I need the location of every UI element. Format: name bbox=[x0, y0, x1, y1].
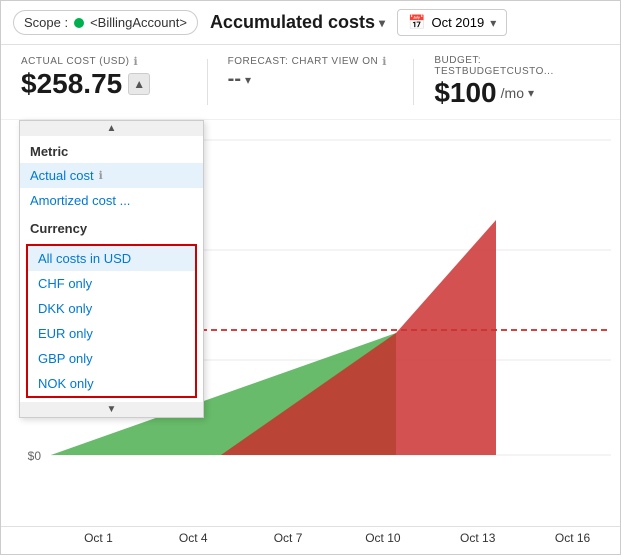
currency-chf-item[interactable]: CHF only bbox=[28, 271, 195, 296]
actual-cost-label: ACTUAL COST (USD) ℹ bbox=[21, 55, 187, 68]
x-label-oct10: Oct 10 bbox=[335, 531, 430, 545]
date-chevron-icon: ▾ bbox=[490, 16, 496, 30]
currency-dkk-item[interactable]: DKK only bbox=[28, 296, 195, 321]
metric-dropdown: ▲ Metric Actual cost ℹ Amortized cost ..… bbox=[19, 120, 204, 418]
budget-block: BUDGET: TESTBUDGETCUSTO... $100 /mo ▾ bbox=[434, 55, 600, 109]
budget-chevron-icon: ▾ bbox=[528, 86, 534, 100]
x-label-oct4: Oct 4 bbox=[146, 531, 241, 545]
currency-section-label: Currency bbox=[20, 213, 203, 240]
metric-actual-cost-item[interactable]: Actual cost ℹ bbox=[20, 163, 203, 188]
stats-row: ACTUAL COST (USD) ℹ $258.75 ▲ FORECAST: … bbox=[1, 45, 620, 120]
actual-cost-dropdown-info-icon[interactable]: ℹ bbox=[99, 169, 103, 182]
x-label-oct1: Oct 1 bbox=[51, 531, 146, 545]
forecast-value: -- ▾ bbox=[228, 68, 394, 91]
budget-value: $100 /mo ▾ bbox=[434, 77, 600, 109]
currency-gbp-item[interactable]: GBP only bbox=[28, 346, 195, 371]
actual-cost-value: $258.75 ▲ bbox=[21, 68, 187, 100]
currency-usd-item[interactable]: All costs in USD bbox=[28, 246, 195, 271]
calendar-icon: 📅 bbox=[408, 14, 425, 31]
main-area: $50 $0 Oct 1 Oct 4 Oct 7 Oct 10 Oct 13 O… bbox=[1, 120, 620, 549]
view-chevron-icon: ▾ bbox=[379, 16, 385, 30]
metric-amortized-cost-item[interactable]: Amortized cost ... bbox=[20, 188, 203, 213]
date-label: Oct 2019 bbox=[431, 15, 484, 30]
forecast-label: FORECAST: CHART VIEW ON ℹ bbox=[228, 55, 394, 68]
currency-nok-item[interactable]: NOK only bbox=[28, 371, 195, 396]
actual-cost-block: ACTUAL COST (USD) ℹ $258.75 ▲ bbox=[21, 55, 187, 100]
scroll-up-button[interactable]: ▲ bbox=[20, 121, 203, 136]
header: Scope : <BillingAccount> Accumulated cos… bbox=[1, 1, 620, 45]
stat-divider-2 bbox=[413, 59, 414, 105]
currency-eur-item[interactable]: EUR only bbox=[28, 321, 195, 346]
scroll-down-button[interactable]: ▼ bbox=[20, 402, 203, 417]
scope-label: Scope : bbox=[24, 15, 68, 30]
x-label-oct13: Oct 13 bbox=[430, 531, 525, 545]
actual-cost-info-icon[interactable]: ℹ bbox=[134, 55, 139, 68]
metric-section-label: Metric bbox=[20, 136, 203, 163]
x-label-oct7: Oct 7 bbox=[241, 531, 336, 545]
x-label-oct16: Oct 16 bbox=[525, 531, 620, 545]
stat-divider-1 bbox=[207, 59, 208, 105]
forecast-info-icon[interactable]: ℹ bbox=[382, 55, 387, 68]
currency-section: All costs in USD CHF only DKK only EUR o… bbox=[26, 244, 197, 398]
scope-selector[interactable]: Scope : <BillingAccount> bbox=[13, 10, 198, 35]
forecast-chevron-icon: ▾ bbox=[245, 73, 251, 87]
forecast-block: FORECAST: CHART VIEW ON ℹ -- ▾ bbox=[228, 55, 394, 91]
svg-text:$0: $0 bbox=[28, 449, 42, 463]
scope-value: <BillingAccount> bbox=[90, 15, 187, 30]
header-title: Accumulated costs bbox=[210, 12, 375, 33]
x-axis: Oct 1 Oct 4 Oct 7 Oct 10 Oct 13 Oct 16 bbox=[1, 526, 620, 549]
budget-label: BUDGET: TESTBUDGETCUSTO... bbox=[434, 55, 600, 77]
view-selector[interactable]: Accumulated costs ▾ bbox=[210, 12, 385, 33]
scope-dot bbox=[74, 18, 84, 28]
date-selector[interactable]: 📅 Oct 2019 ▾ bbox=[397, 9, 507, 36]
collapse-toggle-button[interactable]: ▲ bbox=[128, 73, 150, 95]
